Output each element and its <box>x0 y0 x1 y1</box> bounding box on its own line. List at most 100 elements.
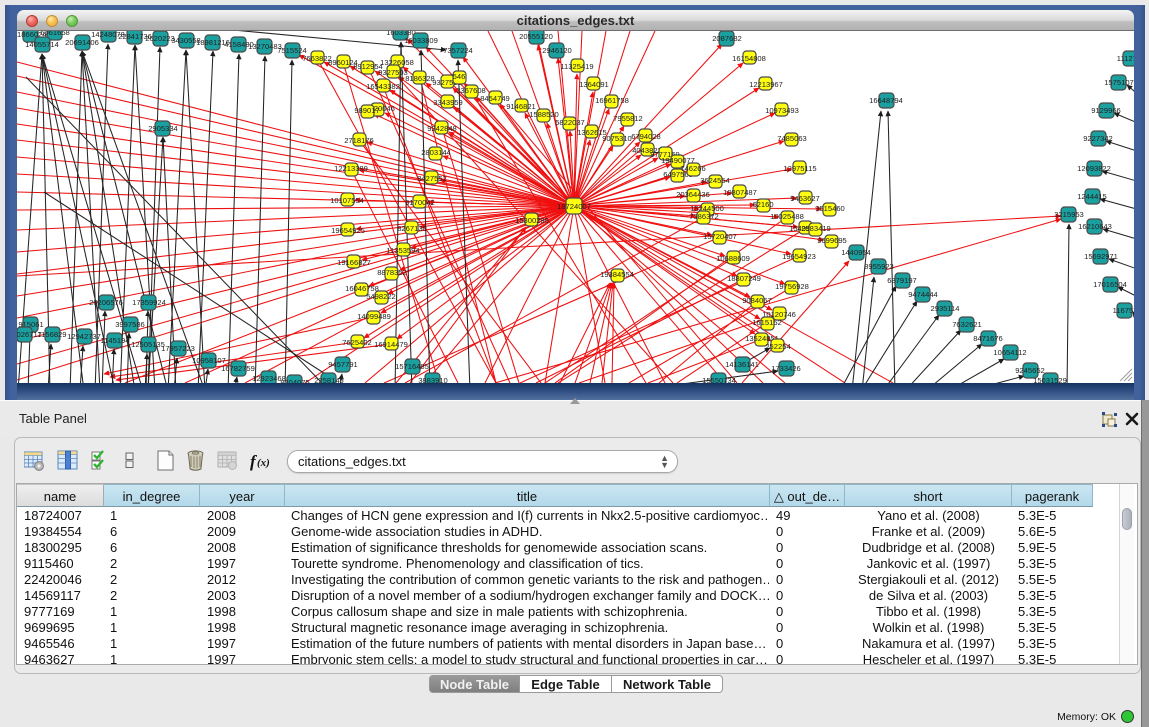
svg-text:19654923: 19654923 <box>782 252 816 261</box>
svg-text:10025488: 10025488 <box>770 212 804 221</box>
svg-text:10688609: 10688609 <box>716 254 750 263</box>
svg-text:1145194: 1145194 <box>101 336 130 345</box>
svg-text:16033809: 16033809 <box>404 36 438 45</box>
svg-text:2905334: 2905334 <box>148 124 178 133</box>
svg-text:19384554: 19384554 <box>600 270 634 279</box>
svg-text:9457791: 9457791 <box>328 360 358 369</box>
svg-text:11353594: 11353594 <box>386 246 419 255</box>
svg-text:2946120: 2946120 <box>542 46 572 55</box>
svg-text:12505135: 12505135 <box>131 340 165 349</box>
svg-text:12213967: 12213967 <box>749 80 783 89</box>
svg-text:2258145: 2258145 <box>314 376 344 383</box>
svg-text:12942737: 12942737 <box>67 332 101 341</box>
svg-text:1440954: 1440954 <box>841 248 871 257</box>
svg-text:10654112: 10654112 <box>993 348 1026 357</box>
svg-text:62160: 62160 <box>752 200 773 209</box>
svg-text:19654925: 19654925 <box>331 226 365 235</box>
svg-text:20691406: 20691406 <box>65 38 99 47</box>
svg-text:9515460: 9515460 <box>815 204 845 213</box>
svg-text:3215953: 3215953 <box>1054 210 1084 219</box>
svg-text:1575107: 1575107 <box>1104 78 1134 87</box>
svg-text:7625402: 7625402 <box>342 338 372 347</box>
svg-text:14099489: 14099489 <box>357 312 391 321</box>
svg-text:3997586: 3997586 <box>115 320 145 329</box>
svg-text:14136141: 14136141 <box>725 360 759 369</box>
svg-text:10107554: 10107554 <box>330 196 364 205</box>
svg-text:3883910: 3883910 <box>418 376 448 383</box>
svg-text:19166827: 19166827 <box>337 258 371 267</box>
svg-text:7357224: 7357224 <box>443 46 473 55</box>
svg-text:8186328: 8186328 <box>405 74 435 83</box>
svg-text:15031529: 15031529 <box>1033 376 1067 383</box>
svg-text:20364436: 20364436 <box>676 190 710 199</box>
svg-text:9129966: 9129966 <box>1091 106 1121 115</box>
svg-text:15716485: 15716485 <box>395 362 429 371</box>
svg-text:252254: 252254 <box>765 342 790 351</box>
svg-text:8878352: 8878352 <box>377 268 407 277</box>
svg-text:9227342: 9227342 <box>1083 134 1113 143</box>
svg-text:14055714: 14055714 <box>25 40 59 49</box>
svg-text:16782759: 16782759 <box>221 364 255 373</box>
svg-text:12093822: 12093822 <box>1077 164 1111 173</box>
svg-text:546: 546 <box>453 72 466 81</box>
svg-text:12213389: 12213389 <box>334 164 368 173</box>
svg-text:9463627: 9463627 <box>790 194 820 203</box>
svg-text:16914479: 16914479 <box>374 340 408 349</box>
svg-text:9699695: 9699695 <box>817 236 847 245</box>
svg-text:2983419: 2983419 <box>801 224 831 233</box>
svg-text:3343959: 3343959 <box>433 98 463 107</box>
svg-text:10807487: 10807487 <box>723 188 757 197</box>
svg-text:15720407: 15720407 <box>703 232 737 241</box>
svg-text:989017: 989017 <box>354 106 379 115</box>
svg-text:10973493: 10973493 <box>765 106 799 115</box>
svg-text:5822037: 5822037 <box>555 118 585 127</box>
svg-text:746266: 746266 <box>680 164 705 173</box>
svg-text:9474444: 9474444 <box>908 290 938 299</box>
svg-text:1244415: 1244415 <box>1077 192 1107 201</box>
svg-text:1112704: 1112704 <box>1117 54 1134 63</box>
svg-text:12975115: 12975115 <box>783 164 816 173</box>
svg-text:7632621: 7632621 <box>952 320 982 329</box>
svg-text:8267130: 8267130 <box>397 224 427 233</box>
svg-text:18724007: 18724007 <box>557 202 591 211</box>
svg-text:6061658: 6061658 <box>40 31 70 37</box>
svg-text:2803144: 2803144 <box>421 148 451 157</box>
svg-text:16543382: 16543382 <box>366 82 400 91</box>
svg-text:1156829: 1156829 <box>38 330 67 339</box>
svg-text:5498222: 5498222 <box>366 292 396 301</box>
svg-text:9242848: 9242848 <box>427 124 457 133</box>
svg-text:6879197: 6879197 <box>887 276 917 285</box>
svg-text:7955812: 7955812 <box>613 114 643 123</box>
svg-text:2087682: 2087682 <box>712 34 742 43</box>
svg-text:17359924: 17359924 <box>132 298 166 307</box>
svg-text:2935114: 2935114 <box>931 304 960 313</box>
svg-text:3624554: 3624554 <box>700 176 730 185</box>
svg-text:17957223: 17957223 <box>161 344 195 353</box>
svg-text:20555120: 20555120 <box>519 32 553 41</box>
svg-text:6794028: 6794028 <box>631 132 661 141</box>
svg-text:9075310: 9075310 <box>602 134 632 143</box>
svg-text:8955923: 8955923 <box>864 262 894 271</box>
svg-text:7485063: 7485063 <box>777 134 807 143</box>
svg-text:16961758: 16961758 <box>595 96 629 105</box>
svg-text:1364091: 1364091 <box>579 80 609 89</box>
svg-text:16154808: 16154808 <box>732 54 766 63</box>
svg-text:7386372: 7386372 <box>689 212 719 221</box>
svg-text:116753: 116753 <box>1113 306 1134 315</box>
svg-text:11325419: 11325419 <box>560 62 593 71</box>
svg-text:9245652: 9245652 <box>1015 366 1045 375</box>
svg-text:2718176: 2718176 <box>344 136 374 145</box>
svg-text:(x): (x) <box>257 457 270 469</box>
svg-text:19756928: 19756928 <box>775 282 809 291</box>
svg-text:9327503: 9327503 <box>378 68 408 77</box>
svg-text:15550734: 15550734 <box>702 376 736 383</box>
svg-text:16210643: 16210643 <box>1078 222 1112 231</box>
svg-text:8471676: 8471676 <box>973 334 1003 343</box>
svg-text:9084067: 9084067 <box>742 296 772 305</box>
svg-text:1615152: 1615152 <box>752 318 782 327</box>
svg-text:9170042: 9170042 <box>405 198 435 207</box>
svg-text:18807249: 18807249 <box>727 274 761 283</box>
svg-text:17016504: 17016504 <box>1093 280 1127 289</box>
svg-text:20206576: 20206576 <box>89 298 123 307</box>
svg-text:15692971: 15692971 <box>1084 252 1118 261</box>
